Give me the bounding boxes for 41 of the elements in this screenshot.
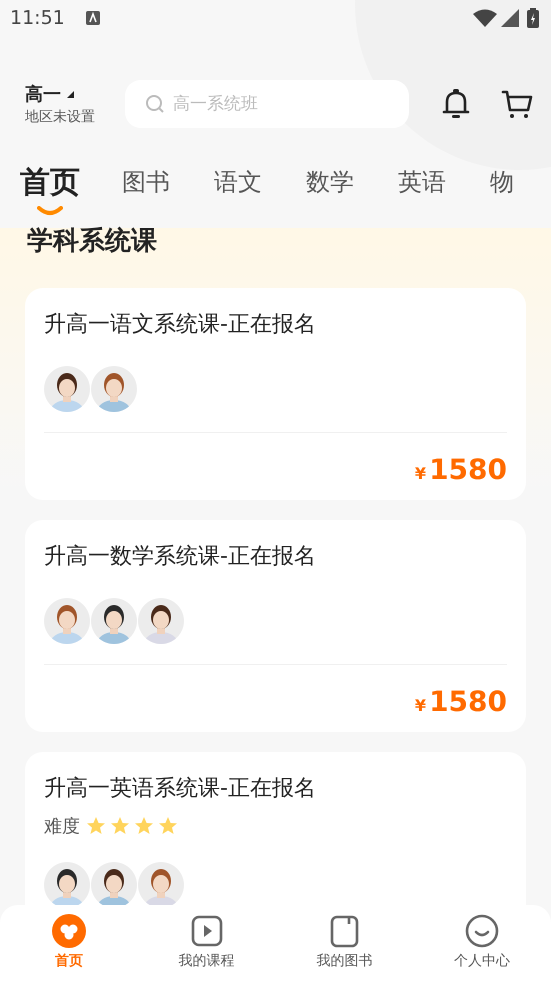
play-icon xyxy=(190,914,224,948)
nav-tab[interactable]: 我的课程 xyxy=(138,905,276,981)
course-price: 1580 xyxy=(429,685,507,718)
region-label[interactable]: 地区未设置 xyxy=(25,108,125,126)
course-title: 升高一语文系统课-正在报名 xyxy=(44,311,317,339)
difficulty-label: 难度 xyxy=(44,815,80,838)
category-tab[interactable]: 数学 xyxy=(306,166,354,198)
section-title: 学科系统课 xyxy=(27,225,158,258)
home-icon xyxy=(52,914,86,948)
category-tab[interactable]: 首页 xyxy=(20,162,80,203)
underline-mark xyxy=(37,206,63,216)
star-icon xyxy=(110,816,130,836)
category-tab[interactable]: 物 xyxy=(490,166,514,198)
search-icon xyxy=(145,94,165,114)
course-card[interactable]: 升高一数学系统课-正在报名 ¥1580 xyxy=(25,520,526,732)
search-field[interactable]: 高一系统班 xyxy=(125,80,409,128)
battery-icon xyxy=(527,8,539,28)
star-icon xyxy=(86,816,106,836)
currency-symbol: ¥ xyxy=(414,696,426,715)
notification-icon xyxy=(84,10,101,26)
clock: 11:51 xyxy=(10,7,65,29)
nav-tab[interactable]: 个人中心 xyxy=(413,905,551,981)
nav-tab[interactable]: 我的图书 xyxy=(276,905,414,981)
course-price: 1580 xyxy=(429,453,507,486)
cart-icon[interactable] xyxy=(501,88,533,120)
bell-icon[interactable] xyxy=(441,88,471,120)
category-tab[interactable]: 语文 xyxy=(214,166,262,198)
wifi-icon xyxy=(473,9,497,27)
category-tab[interactable]: 英语 xyxy=(398,166,446,198)
grade-label[interactable]: 高一 xyxy=(25,82,61,106)
course-card[interactable]: 升高一语文系统课-正在报名 ¥1580 xyxy=(25,288,526,500)
smiley-icon xyxy=(465,914,500,948)
star-icon xyxy=(158,816,178,836)
signal-icon xyxy=(501,9,519,27)
category-tab[interactable]: 图书 xyxy=(122,166,170,198)
course-card[interactable]: 升高一英语系统课-正在报名 难度 xyxy=(25,752,526,905)
course-title: 升高一数学系统课-正在报名 xyxy=(44,543,317,571)
star-icon xyxy=(134,816,154,836)
currency-symbol: ¥ xyxy=(414,464,426,483)
corner-icon xyxy=(67,90,74,98)
course-title: 升高一英语系统课-正在报名 xyxy=(44,775,317,803)
